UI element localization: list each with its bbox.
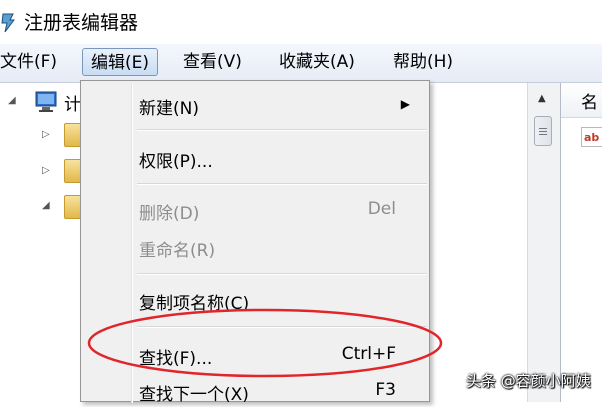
menu-help[interactable]: 帮助(H) <box>393 48 453 76</box>
menu-item-shortcut: F3 <box>375 380 396 400</box>
menu-item-new[interactable]: 新建(N) ▶ <box>82 87 428 121</box>
annotation-ellipse <box>87 308 443 378</box>
tree-scrollbar[interactable]: ▲ <box>527 83 560 402</box>
menu-item-permissions[interactable]: 权限(P)... <box>82 140 428 174</box>
menu-item-label: 删除(D) <box>139 204 200 224</box>
expand-arrow-icon[interactable]: ▷ <box>42 129 50 140</box>
menu-file[interactable]: 文件(F) <box>0 48 57 76</box>
name-column-label: 名 <box>581 93 598 113</box>
menu-item-label: 重命名(R) <box>139 241 216 261</box>
menu-separator <box>137 129 427 131</box>
expand-arrow-icon[interactable]: ▷ <box>42 165 50 176</box>
name-column-header[interactable]: 名 <box>561 83 602 118</box>
submenu-arrow-icon: ▶ <box>400 97 410 111</box>
menu-separator <box>137 273 427 275</box>
title-bar: 注册表编辑器 <box>0 0 602 44</box>
menu-separator <box>137 183 427 185</box>
menu-view[interactable]: 查看(V) <box>183 48 242 76</box>
menu-item-label: 权限(P)... <box>139 152 213 172</box>
registry-editor-icon <box>1 13 15 33</box>
scroll-up-arrow-icon[interactable]: ▲ <box>538 93 546 104</box>
tree-root-label[interactable]: 计 <box>64 90 81 115</box>
menu-item-label: 新建(N) <box>139 99 199 119</box>
collapse-arrow-icon[interactable]: ◢ <box>42 200 50 211</box>
computer-icon <box>35 91 57 112</box>
menu-bar: 文件(F) 编辑(E) 查看(V) 收藏夹(A) 帮助(H) <box>0 44 602 83</box>
watermark: 头条 @容颜小阿姨 <box>466 372 591 390</box>
menu-item-shortcut: Del <box>367 199 396 219</box>
collapse-arrow-icon[interactable]: ◢ <box>8 95 16 106</box>
values-pane: 名 ab <box>560 83 602 402</box>
menu-item-label: 查找下一个(X) <box>139 385 249 405</box>
string-value-icon[interactable]: ab <box>581 127 602 147</box>
window-title: 注册表编辑器 <box>24 12 139 34</box>
menu-item-delete[interactable]: 删除(D) Del <box>82 192 428 226</box>
scroll-thumb[interactable] <box>534 116 552 146</box>
menu-edit[interactable]: 编辑(E) <box>82 48 159 76</box>
registry-tree: ◢ 计 ▷ ▷ ◢ <box>0 83 82 402</box>
menu-item-rename[interactable]: 重命名(R) <box>82 229 428 263</box>
menu-favorites[interactable]: 收藏夹(A) <box>279 48 355 76</box>
